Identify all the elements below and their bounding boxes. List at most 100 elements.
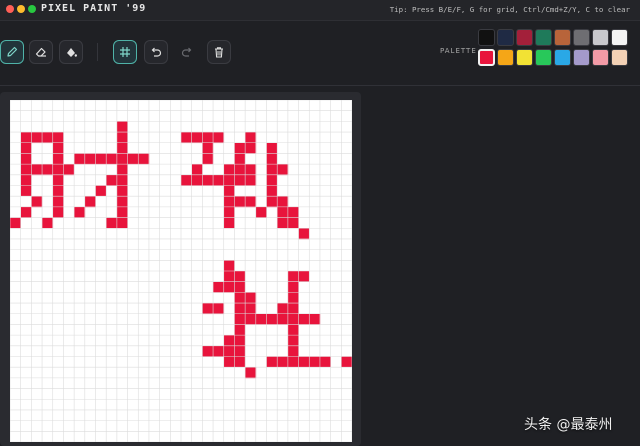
painted-pixel[interactable]	[234, 281, 246, 293]
painted-pixel[interactable]	[106, 153, 118, 165]
painted-pixel[interactable]	[127, 153, 139, 165]
painted-pixel[interactable]	[202, 345, 214, 357]
painted-pixel[interactable]	[234, 356, 246, 368]
painted-pixel[interactable]	[223, 164, 235, 176]
undo-button[interactable]	[144, 40, 168, 64]
painted-pixel[interactable]	[245, 132, 257, 144]
painted-pixel[interactable]	[287, 271, 299, 282]
painted-pixel[interactable]	[52, 185, 64, 197]
painted-pixel[interactable]	[20, 132, 32, 144]
painted-pixel[interactable]	[245, 196, 257, 208]
painted-pixel[interactable]	[245, 142, 257, 154]
painted-pixel[interactable]	[52, 142, 64, 154]
painted-pixel[interactable]	[20, 206, 32, 218]
painted-pixel[interactable]	[63, 164, 75, 176]
painted-pixel[interactable]	[266, 174, 278, 186]
palette-swatch[interactable]	[573, 29, 590, 46]
painted-pixel[interactable]	[277, 164, 289, 176]
painted-pixel[interactable]	[223, 281, 235, 293]
palette-swatch[interactable]	[478, 29, 495, 46]
maximize-window-button[interactable]	[28, 5, 36, 13]
painted-pixel[interactable]	[287, 217, 299, 229]
painted-pixel[interactable]	[10, 217, 21, 229]
painted-pixel[interactable]	[287, 356, 299, 368]
redo-button[interactable]	[175, 40, 199, 64]
painted-pixel[interactable]	[266, 185, 278, 197]
painted-pixel[interactable]	[309, 313, 321, 325]
painted-pixel[interactable]	[20, 185, 32, 197]
painted-pixel[interactable]	[84, 153, 96, 165]
painted-pixel[interactable]	[213, 345, 225, 357]
palette-swatch[interactable]	[516, 49, 533, 66]
painted-pixel[interactable]	[298, 356, 310, 368]
painted-pixel[interactable]	[245, 292, 257, 304]
painted-pixel[interactable]	[20, 142, 32, 154]
painted-pixel[interactable]	[106, 174, 118, 186]
clear-canvas-button[interactable]	[207, 40, 231, 64]
painted-pixel[interactable]	[287, 313, 299, 325]
painted-pixel[interactable]	[213, 174, 225, 186]
painted-pixel[interactable]	[277, 196, 289, 208]
painted-pixel[interactable]	[202, 153, 214, 165]
painted-pixel[interactable]	[223, 174, 235, 186]
painted-pixel[interactable]	[52, 164, 64, 176]
painted-pixel[interactable]	[266, 196, 278, 208]
painted-pixel[interactable]	[277, 206, 289, 218]
painted-pixel[interactable]	[202, 303, 214, 315]
painted-pixel[interactable]	[52, 153, 64, 165]
painted-pixel[interactable]	[266, 142, 278, 154]
palette-swatch[interactable]	[535, 49, 552, 66]
painted-pixel[interactable]	[42, 132, 54, 144]
palette-swatch[interactable]	[497, 49, 514, 66]
painted-pixel[interactable]	[138, 153, 150, 165]
painted-pixel[interactable]	[116, 217, 128, 229]
painted-pixel[interactable]	[52, 196, 64, 208]
painted-pixel[interactable]	[287, 345, 299, 357]
painted-pixel[interactable]	[277, 303, 289, 315]
painted-pixel[interactable]	[52, 132, 64, 144]
painted-pixel[interactable]	[223, 335, 235, 347]
painted-pixel[interactable]	[277, 356, 289, 368]
painted-pixel[interactable]	[245, 367, 257, 379]
painted-pixel[interactable]	[223, 260, 235, 272]
painted-pixel[interactable]	[52, 206, 64, 218]
painted-pixel[interactable]	[84, 196, 96, 208]
painted-pixel[interactable]	[181, 132, 192, 144]
painted-pixel[interactable]	[213, 281, 225, 293]
painted-pixel[interactable]	[116, 185, 128, 197]
painted-pixel[interactable]	[277, 313, 289, 325]
painted-pixel[interactable]	[234, 335, 246, 347]
minimize-window-button[interactable]	[17, 5, 25, 13]
palette-swatch[interactable]	[554, 29, 571, 46]
palette-swatch[interactable]	[592, 49, 609, 66]
painted-pixel[interactable]	[181, 174, 192, 186]
painted-pixel[interactable]	[298, 313, 310, 325]
painted-pixel[interactable]	[287, 324, 299, 336]
painted-pixel[interactable]	[31, 164, 43, 176]
palette-swatch[interactable]	[478, 49, 495, 66]
painted-pixel[interactable]	[42, 164, 54, 176]
painted-pixel[interactable]	[116, 132, 128, 144]
painted-pixel[interactable]	[191, 132, 203, 144]
painted-pixel[interactable]	[277, 217, 289, 229]
painted-pixel[interactable]	[298, 271, 310, 282]
painted-pixel[interactable]	[234, 153, 246, 165]
painted-pixel[interactable]	[31, 196, 43, 208]
painted-pixel[interactable]	[223, 356, 235, 368]
painted-pixel[interactable]	[95, 153, 107, 165]
painted-pixel[interactable]	[74, 153, 86, 165]
pencil-tool-button[interactable]	[0, 40, 24, 64]
palette-swatch[interactable]	[611, 29, 628, 46]
painted-pixel[interactable]	[223, 196, 235, 208]
palette-swatch[interactable]	[573, 49, 590, 66]
painted-pixel[interactable]	[245, 303, 257, 315]
palette-swatch[interactable]	[516, 29, 533, 46]
painted-pixel[interactable]	[255, 313, 267, 325]
drawing-canvas[interactable]	[10, 100, 352, 442]
painted-pixel[interactable]	[234, 271, 246, 282]
painted-pixel[interactable]	[116, 153, 128, 165]
painted-pixel[interactable]	[213, 303, 225, 315]
palette-swatch[interactable]	[611, 49, 628, 66]
painted-pixel[interactable]	[116, 174, 128, 186]
painted-pixel[interactable]	[245, 313, 257, 325]
